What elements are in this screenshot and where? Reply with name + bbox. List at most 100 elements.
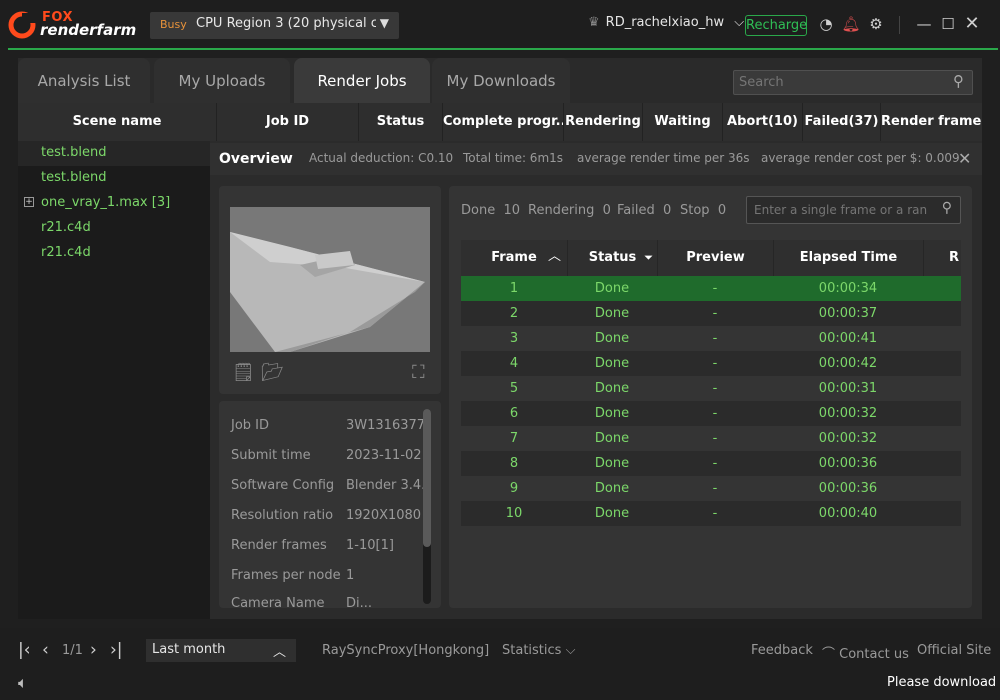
search-box[interactable]: ⚲ xyxy=(733,70,973,95)
crown-icon: ♛ xyxy=(588,15,600,30)
info-label: Software Config xyxy=(231,478,335,493)
feedback-link[interactable]: Feedback xyxy=(751,643,813,658)
minimize-icon[interactable]: — xyxy=(914,14,934,34)
frame-search-box[interactable]: ⚲ xyxy=(746,196,961,224)
header-waiting[interactable]: Waiting xyxy=(642,103,722,141)
header-failed[interactable]: Failed(37) xyxy=(802,103,880,141)
scene-row[interactable]: test.blend xyxy=(18,166,210,191)
scene-name: one_vray_1.max [3] xyxy=(41,195,171,210)
close-icon[interactable]: ✕ xyxy=(962,14,982,34)
info-scrollbar-thumb[interactable] xyxy=(423,409,431,547)
filter-icon[interactable]: ⏷ xyxy=(644,240,653,276)
header-frame[interactable]: Frame ︿ xyxy=(461,240,567,276)
frame-row[interactable]: 2 Done - 00:00:37 xyxy=(461,301,961,326)
render-thumbnail[interactable] xyxy=(230,207,430,352)
header-status[interactable]: Status xyxy=(358,103,442,141)
maximize-icon[interactable]: ☐ xyxy=(938,14,958,34)
logo-renderfarm-text: renderfarm xyxy=(40,21,137,39)
frame-row[interactable]: 7 Done - 00:00:32 xyxy=(461,426,961,451)
frame-cell-preview: - xyxy=(712,406,718,421)
next-page-icon[interactable]: › xyxy=(90,640,97,660)
close-icon[interactable]: ✕ xyxy=(958,149,971,168)
frame-row[interactable]: 6 Done - 00:00:32 xyxy=(461,401,961,426)
frame-row[interactable]: 8 Done - 00:00:36 xyxy=(461,451,961,476)
frame-cell-status: Done xyxy=(594,506,630,521)
info-value: 2023-11-02 ... xyxy=(346,448,423,463)
frame-row[interactable]: 10 Done - 00:00:40 xyxy=(461,501,961,526)
frame-row[interactable]: 9 Done - 00:00:36 xyxy=(461,476,961,501)
tab-render-jobs[interactable]: Render Jobs xyxy=(294,58,430,103)
headset-icon: ⌒ xyxy=(822,647,836,662)
frame-cell-status: Done xyxy=(594,281,630,296)
recharge-button[interactable]: Recharge xyxy=(745,15,807,36)
statistics-menu[interactable]: Statistics ⌵ xyxy=(502,643,575,658)
chevron-down-icon: ⌵ xyxy=(734,15,745,30)
log-icon[interactable]: 🗒︎ xyxy=(232,362,255,383)
frame-cell-frame: 3 xyxy=(509,331,519,346)
scene-row[interactable]: + one_vray_1.max [3] xyxy=(18,191,210,216)
scene-row[interactable]: test.blend xyxy=(18,141,210,166)
date-range-select[interactable]: Last month ︿ xyxy=(146,639,296,662)
header-rendering[interactable]: Rendering xyxy=(563,103,642,141)
official-site-link[interactable]: Official Site xyxy=(917,643,991,658)
folder-icon[interactable]: 📂︎ xyxy=(261,362,284,383)
info-label: Job ID xyxy=(231,418,270,433)
last-page-icon[interactable]: ›| xyxy=(110,640,123,660)
header-job-id[interactable]: Job ID xyxy=(216,103,358,141)
search-icon[interactable]: ⚲ xyxy=(953,72,964,90)
info-label: Resolution ratio xyxy=(231,508,334,523)
frame-cell-status: Done xyxy=(594,481,630,496)
frame-cell-elapsed: 00:00:32 xyxy=(818,406,878,421)
sort-up-icon[interactable]: ︿ xyxy=(548,240,561,275)
frame-row[interactable]: 1 Done - 00:00:34 xyxy=(461,276,961,301)
rendering-count: Rendering 0 xyxy=(528,203,611,218)
tab-analysis-list[interactable]: Analysis List xyxy=(18,58,150,103)
frame-cell-elapsed: 00:00:40 xyxy=(818,506,878,521)
frame-cell-elapsed: 00:00:41 xyxy=(818,331,878,346)
frame-cell-status: Done xyxy=(594,381,630,396)
frame-cell-elapsed: 00:00:36 xyxy=(818,481,878,496)
first-page-icon[interactable]: |‹ xyxy=(18,640,31,660)
header-more[interactable]: R xyxy=(923,240,961,276)
tab-my-downloads[interactable]: My Downloads xyxy=(432,58,570,103)
prev-page-icon[interactable]: ‹ xyxy=(42,640,49,660)
header-preview[interactable]: Preview xyxy=(657,240,773,276)
info-value: Blender 3.4.1 xyxy=(346,478,423,493)
gear-icon[interactable]: ⚙ xyxy=(866,14,886,34)
scene-row[interactable]: r21.c4d xyxy=(18,216,210,241)
frame-search-input[interactable] xyxy=(747,197,927,223)
frame-row[interactable]: 5 Done - 00:00:31 xyxy=(461,376,961,401)
expand-icon[interactable]: + xyxy=(24,197,34,207)
frame-cell-frame: 7 xyxy=(509,431,519,446)
header-scene-name[interactable]: Scene name xyxy=(18,103,216,141)
volume-icon[interactable]: 🔈︎ xyxy=(18,673,28,693)
info-clip: Camera Name Di... xyxy=(219,596,423,608)
scene-name: test.blend xyxy=(41,145,107,160)
frame-cell-status: Done xyxy=(594,331,630,346)
download-notice[interactable]: Please download xyxy=(887,675,996,690)
title-divider xyxy=(899,16,900,34)
notification-bell-icon[interactable]: 🔔︎ xyxy=(841,14,861,34)
chevron-down-icon: ⌵ xyxy=(565,643,576,658)
region-selector[interactable]: Busy CPU Region 3 (20 physical cores ▼ xyxy=(150,12,399,39)
header-complete-progress[interactable]: Complete progr... xyxy=(442,103,563,141)
proxy-label[interactable]: RaySyncProxy[Hongkong] xyxy=(322,643,489,658)
header-elapsed-time[interactable]: Elapsed Time xyxy=(773,240,923,276)
header-render-frames[interactable]: Render frames xyxy=(880,103,982,141)
header-abort[interactable]: Abort(10) xyxy=(722,103,802,141)
fullscreen-icon[interactable]: ⛶ xyxy=(412,362,425,383)
frame-cell-preview: - xyxy=(712,306,718,321)
search-input[interactable] xyxy=(734,71,934,94)
user-menu[interactable]: ♛ RD_rachelxiao_hw ⌵ xyxy=(588,15,744,30)
scene-row[interactable]: r21.c4d xyxy=(18,241,210,266)
region-label: CPU Region 3 (20 physical cores xyxy=(196,16,376,31)
contact-us-link[interactable]: ⌒ Contact us xyxy=(822,643,909,662)
chevron-down-icon: ▼ xyxy=(379,16,389,30)
search-icon[interactable]: ⚲ xyxy=(942,200,952,216)
frame-row[interactable]: 3 Done - 00:00:41 xyxy=(461,326,961,351)
header-frame-status[interactable]: Status ⏷ xyxy=(567,240,657,276)
refresh-icon[interactable]: ◔ xyxy=(816,14,836,34)
tab-my-uploads[interactable]: My Uploads xyxy=(154,58,290,103)
frame-row[interactable]: 4 Done - 00:00:42 xyxy=(461,351,961,376)
frame-cell-status: Done xyxy=(594,306,630,321)
